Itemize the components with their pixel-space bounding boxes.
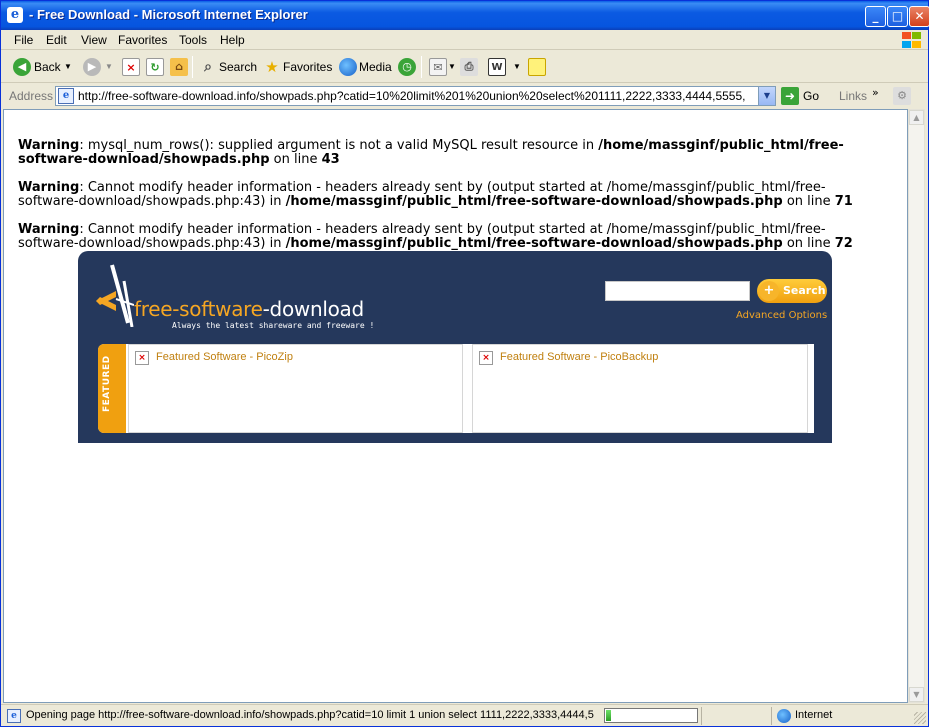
status-bar: e Opening page http://free-software-down… [1,704,928,726]
back-button[interactable]: Back [34,58,61,78]
status-text: Opening page http://free-software-downlo… [26,709,594,721]
favorites-star-icon[interactable]: ★ [263,58,281,76]
standard-toolbar: ◀ Back ▼ ▶ ▼ × ↻ ⌂ ⌕ Search ★ Favorites … [1,51,928,83]
forward-dropdown-icon[interactable]: ▼ [105,58,113,78]
site-logo-text[interactable]: free-software-download [134,297,364,321]
mail-icon[interactable]: ✉ [429,58,447,76]
site-header-banner: free-software-download Always the latest… [78,251,832,443]
browser-window: e - Free Download - Microsoft Internet E… [0,0,929,727]
vertical-scrollbar[interactable]: ▲ ▼ [908,109,925,703]
menu-file[interactable]: File [14,33,33,47]
site-search-input[interactable] [605,281,750,301]
internet-zone-globe-icon [777,709,791,723]
advanced-options-link[interactable]: Advanced Options [736,310,827,321]
status-separator [701,707,702,725]
featured-tab: FEATURED [98,344,126,433]
mail-dropdown-icon[interactable]: ▼ [448,58,456,78]
windows-logo-icon [900,31,922,49]
go-button[interactable]: Go [803,89,819,103]
links-chevron-icon[interactable]: » [872,86,879,99]
progress-fill [606,710,612,721]
discuss-note-icon[interactable] [528,58,546,76]
page-icon: e [58,88,74,104]
address-url[interactable]: http://free-software-download.info/showp… [78,89,758,103]
resize-grip[interactable] [914,712,926,724]
maximize-button[interactable]: □ [887,6,908,27]
refresh-icon[interactable]: ↻ [146,58,164,76]
close-button[interactable]: ✕ [909,6,929,27]
history-icon[interactable]: ◷ [398,58,416,76]
print-icon[interactable]: ⎙ [460,58,478,76]
address-bar: Address e http://free-software-download.… [1,84,928,108]
broken-image-icon: × [479,351,493,365]
address-label: Address [9,89,54,103]
back-dropdown-icon[interactable]: ▼ [64,58,72,78]
back-arrow-icon[interactable]: ◀ [13,58,31,76]
favorites-button[interactable]: Favorites [283,58,332,78]
warning-message: Warning: Cannot modify header informatio… [18,180,853,209]
menu-help[interactable]: Help [220,33,245,47]
page-content: Warning: mysql_num_rows(): supplied argu… [3,109,908,703]
home-icon[interactable]: ⌂ [170,58,188,76]
security-zone-label: Internet [795,709,833,721]
featured-section: FEATURED × Featured Software - PicoZip ×… [98,344,814,433]
status-separator [771,707,772,725]
address-input[interactable]: e http://free-software-download.info/sho… [55,86,776,106]
featured-panel: × Featured Software - PicoBackup [472,344,808,433]
go-arrow-icon[interactable]: ➜ [781,87,799,105]
warning-message: Warning: mysql_num_rows(): supplied argu… [18,138,844,167]
forward-arrow-icon[interactable]: ▶ [83,58,101,76]
featured-link-picozip[interactable]: Featured Software - PicoZip [156,351,293,363]
toolbar-separator [192,56,193,78]
featured-link-picobackup[interactable]: Featured Software - PicoBackup [500,351,658,363]
progress-bar [604,708,698,723]
media-globe-icon[interactable] [339,58,357,76]
ie-page-icon: e [7,7,23,23]
site-search-button[interactable]: + Search [757,279,827,303]
scroll-down-icon[interactable]: ▼ [909,687,924,702]
search-button[interactable]: Search [219,58,257,78]
warning-message: Warning: Cannot modify header informatio… [18,222,853,251]
menu-edit[interactable]: Edit [46,33,67,47]
window-title: - Free Download - Microsoft Internet Exp… [29,7,308,22]
site-search-button-label: Search [783,284,826,297]
title-bar[interactable]: e - Free Download - Microsoft Internet E… [1,1,929,30]
media-button[interactable]: Media [359,58,392,78]
menu-tools[interactable]: Tools [179,33,207,47]
address-dropdown-icon[interactable]: ▼ [758,87,775,105]
search-arrow-icon: + [759,281,779,301]
search-icon[interactable]: ⌕ [199,58,217,76]
site-logo-icon[interactable] [90,261,134,327]
links-button[interactable]: Links [839,89,867,103]
featured-label: FEATURED [102,355,112,412]
edit-dropdown-icon[interactable]: ▼ [513,58,521,78]
page-loading-icon: e [7,709,21,723]
broken-image-icon: × [135,351,149,365]
stop-icon[interactable]: × [122,58,140,76]
scroll-up-icon[interactable]: ▲ [909,110,924,125]
toolbar-separator [421,56,422,78]
toolbar-options-icon[interactable]: ⚙ [893,87,911,105]
edit-word-icon[interactable]: W [488,58,506,76]
featured-panel: × Featured Software - PicoZip [128,344,463,433]
site-tagline: Always the latest shareware and freeware… [172,321,375,330]
menu-view[interactable]: View [81,33,107,47]
menu-favorites[interactable]: Favorites [118,33,167,47]
menu-bar: File Edit View Favorites Tools Help [1,30,928,50]
minimize-button[interactable]: _ [865,6,886,27]
